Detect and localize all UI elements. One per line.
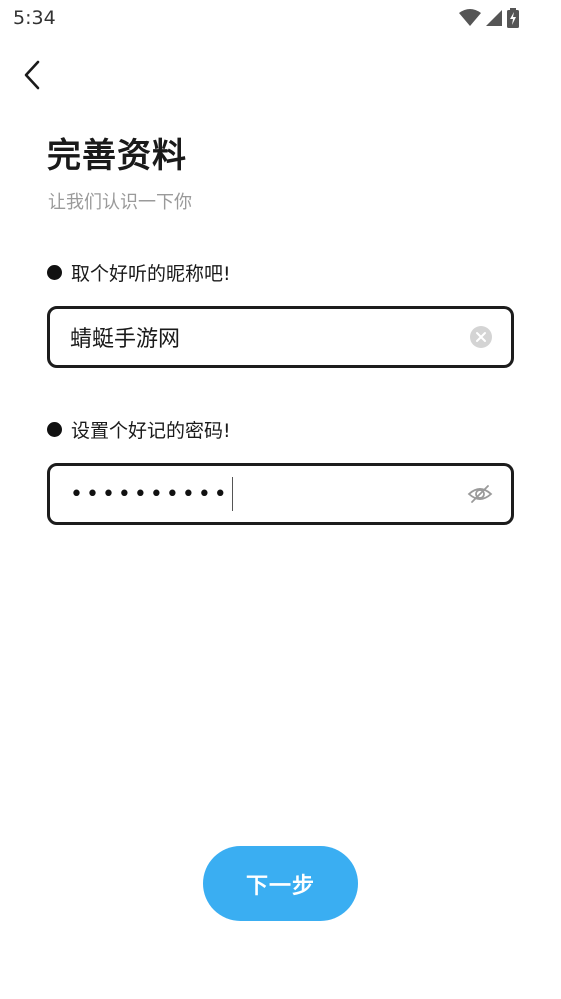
back-button[interactable] — [14, 56, 50, 94]
profile-setup-screen: 5:34 完善资料 让我们认识一下你 取个好听的昵称吧! 蜻蜓手游网 设置个好记… — [0, 0, 561, 999]
nickname-label: 取个好听的昵称吧! — [47, 259, 231, 286]
chevron-left-icon — [24, 60, 40, 90]
page-title: 完善资料 — [47, 136, 187, 176]
status-bar: 5:34 — [0, 0, 561, 38]
wifi-icon — [459, 9, 481, 26]
nickname-input[interactable]: 蜻蜓手游网 — [70, 321, 469, 353]
eye-off-icon[interactable] — [467, 483, 493, 505]
cellular-signal-icon — [486, 10, 502, 26]
password-label-text: 设置个好记的密码! — [71, 420, 231, 442]
password-label: 设置个好记的密码! — [47, 416, 231, 443]
status-icons — [459, 8, 519, 28]
text-caret — [231, 477, 233, 511]
bullet-dot-icon — [47, 265, 62, 280]
nickname-label-text: 取个好听的昵称吧! — [71, 263, 231, 285]
battery-charging-icon — [507, 8, 519, 28]
page-subtitle: 让我们认识一下你 — [48, 192, 192, 213]
password-masked-value: •••••••••• — [70, 481, 230, 507]
password-input[interactable]: •••••••••• — [70, 477, 467, 511]
password-field[interactable]: •••••••••• — [47, 463, 514, 525]
clear-icon[interactable] — [469, 325, 493, 349]
bullet-dot-icon — [47, 422, 62, 437]
next-step-button[interactable]: 下一步 — [203, 846, 358, 921]
nickname-field[interactable]: 蜻蜓手游网 — [47, 306, 514, 368]
status-time: 5:34 — [13, 7, 56, 29]
